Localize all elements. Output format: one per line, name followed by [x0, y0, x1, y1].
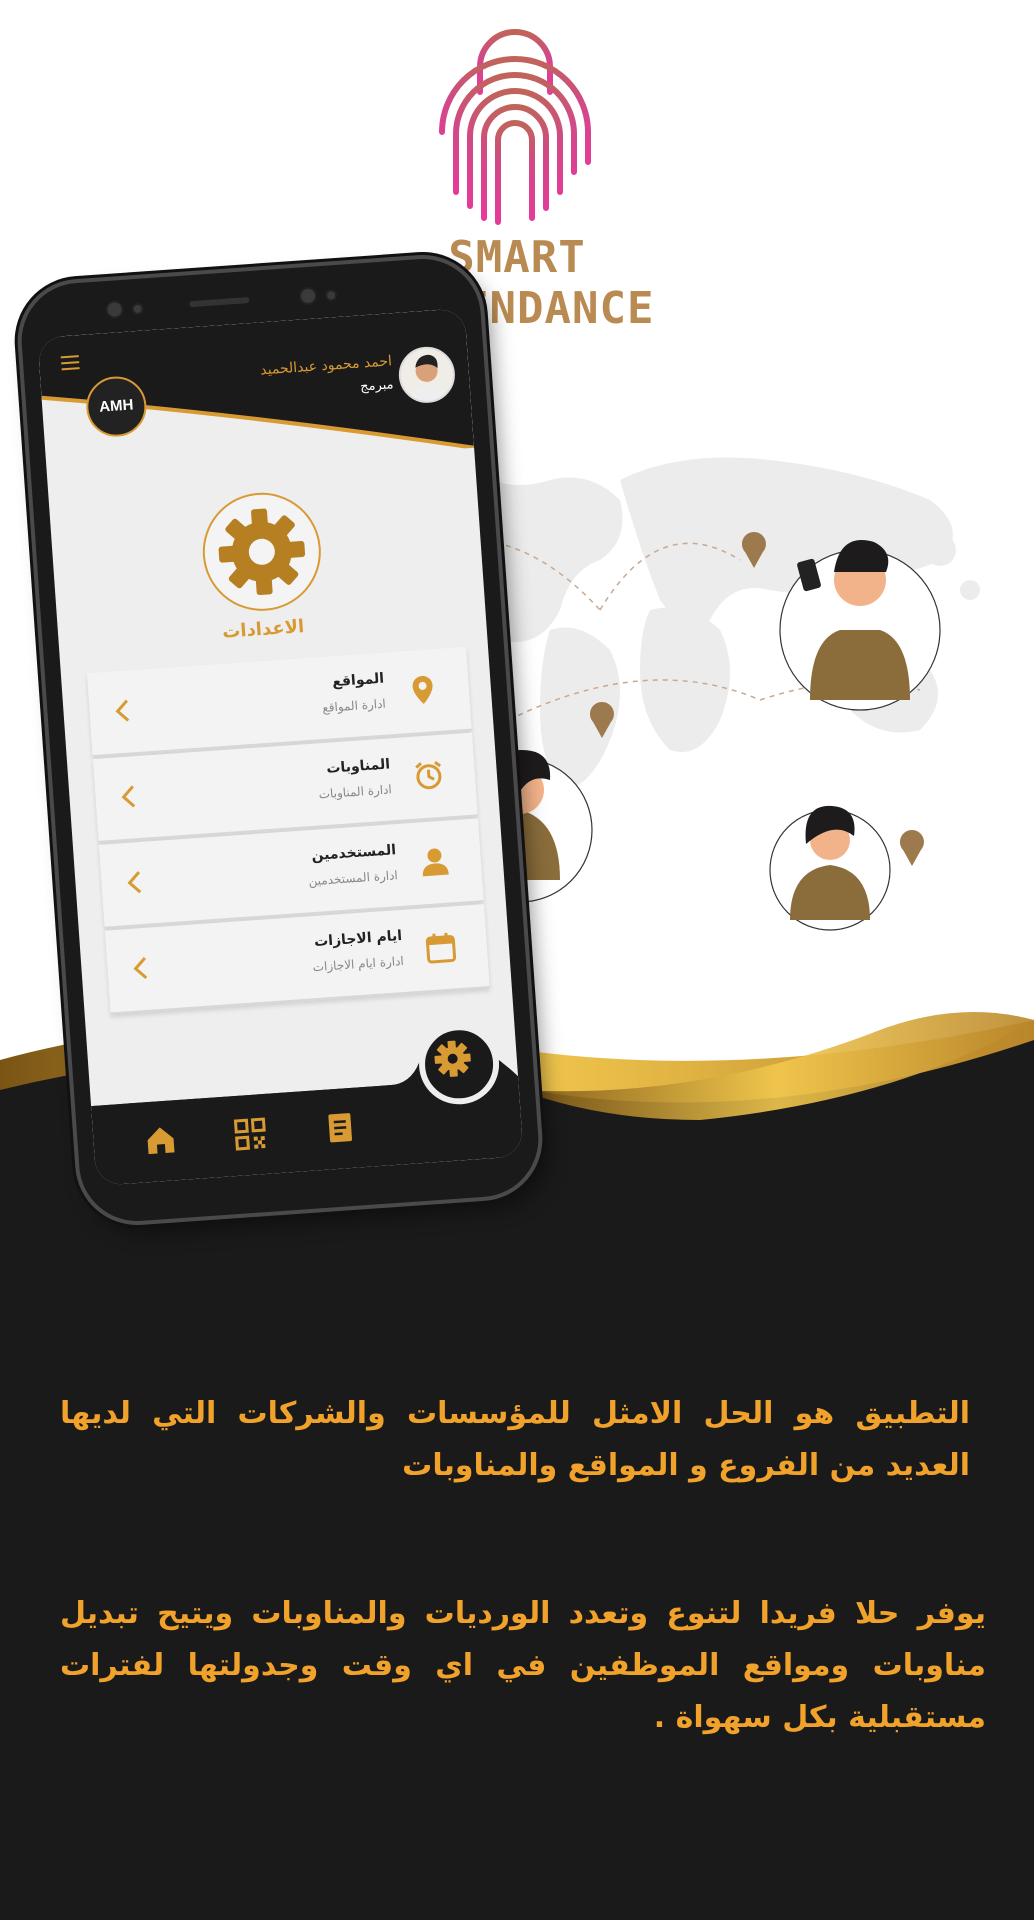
home-icon[interactable]: [142, 1122, 178, 1158]
settings-hero-icon: [198, 488, 325, 615]
menu-item-title: المستخدمين: [311, 842, 397, 865]
chevron-left-icon: [115, 699, 130, 722]
hamburger-icon[interactable]: [60, 355, 80, 371]
chevron-left-icon: [133, 956, 148, 980]
menu-item-subtitle: ادارة ايام الاجازات: [312, 953, 405, 975]
chevron-left-icon: [121, 785, 136, 808]
settings-title: الاعدادات: [221, 616, 305, 643]
user-role: مبرمج: [359, 377, 395, 395]
alarm-clock-icon: [415, 761, 442, 790]
menu-item-subtitle: ادارة المناوبات: [318, 782, 393, 802]
phone-mockup: AMH احمد محمود عبدالحميد مبرمج الاعدادات…: [17, 255, 543, 1225]
description-paragraph-2: يوفر حلا فريدا لتنوع وتعدد الورديات والم…: [60, 1596, 986, 1735]
calendar-icon: [425, 932, 457, 964]
chevron-left-icon: [127, 871, 142, 894]
location-pin-icon: [412, 675, 433, 704]
document-icon[interactable]: [322, 1110, 358, 1146]
user-icon: [422, 848, 449, 877]
gear-icon: [218, 508, 306, 596]
menu-item-title: المواقع: [331, 670, 385, 691]
menu-item-title: المناوبات: [325, 756, 391, 777]
menu-item-subtitle: ادارة المواقع: [321, 696, 387, 715]
app-screen: AMH احمد محمود عبدالحميد مبرمج الاعدادات…: [37, 308, 524, 1186]
menu-item-subtitle: ادارة المستخدمين: [308, 868, 399, 889]
fingerprint-lock-icon: [439, 29, 591, 227]
gear-icon: [434, 1040, 471, 1077]
qr-code-icon[interactable]: [232, 1116, 268, 1152]
description-paragraph-1: التطبيق هو الحل الامثل للمؤسسات والشركات…: [60, 1396, 970, 1483]
menu-item-title: ايام الاجازات: [313, 927, 403, 951]
